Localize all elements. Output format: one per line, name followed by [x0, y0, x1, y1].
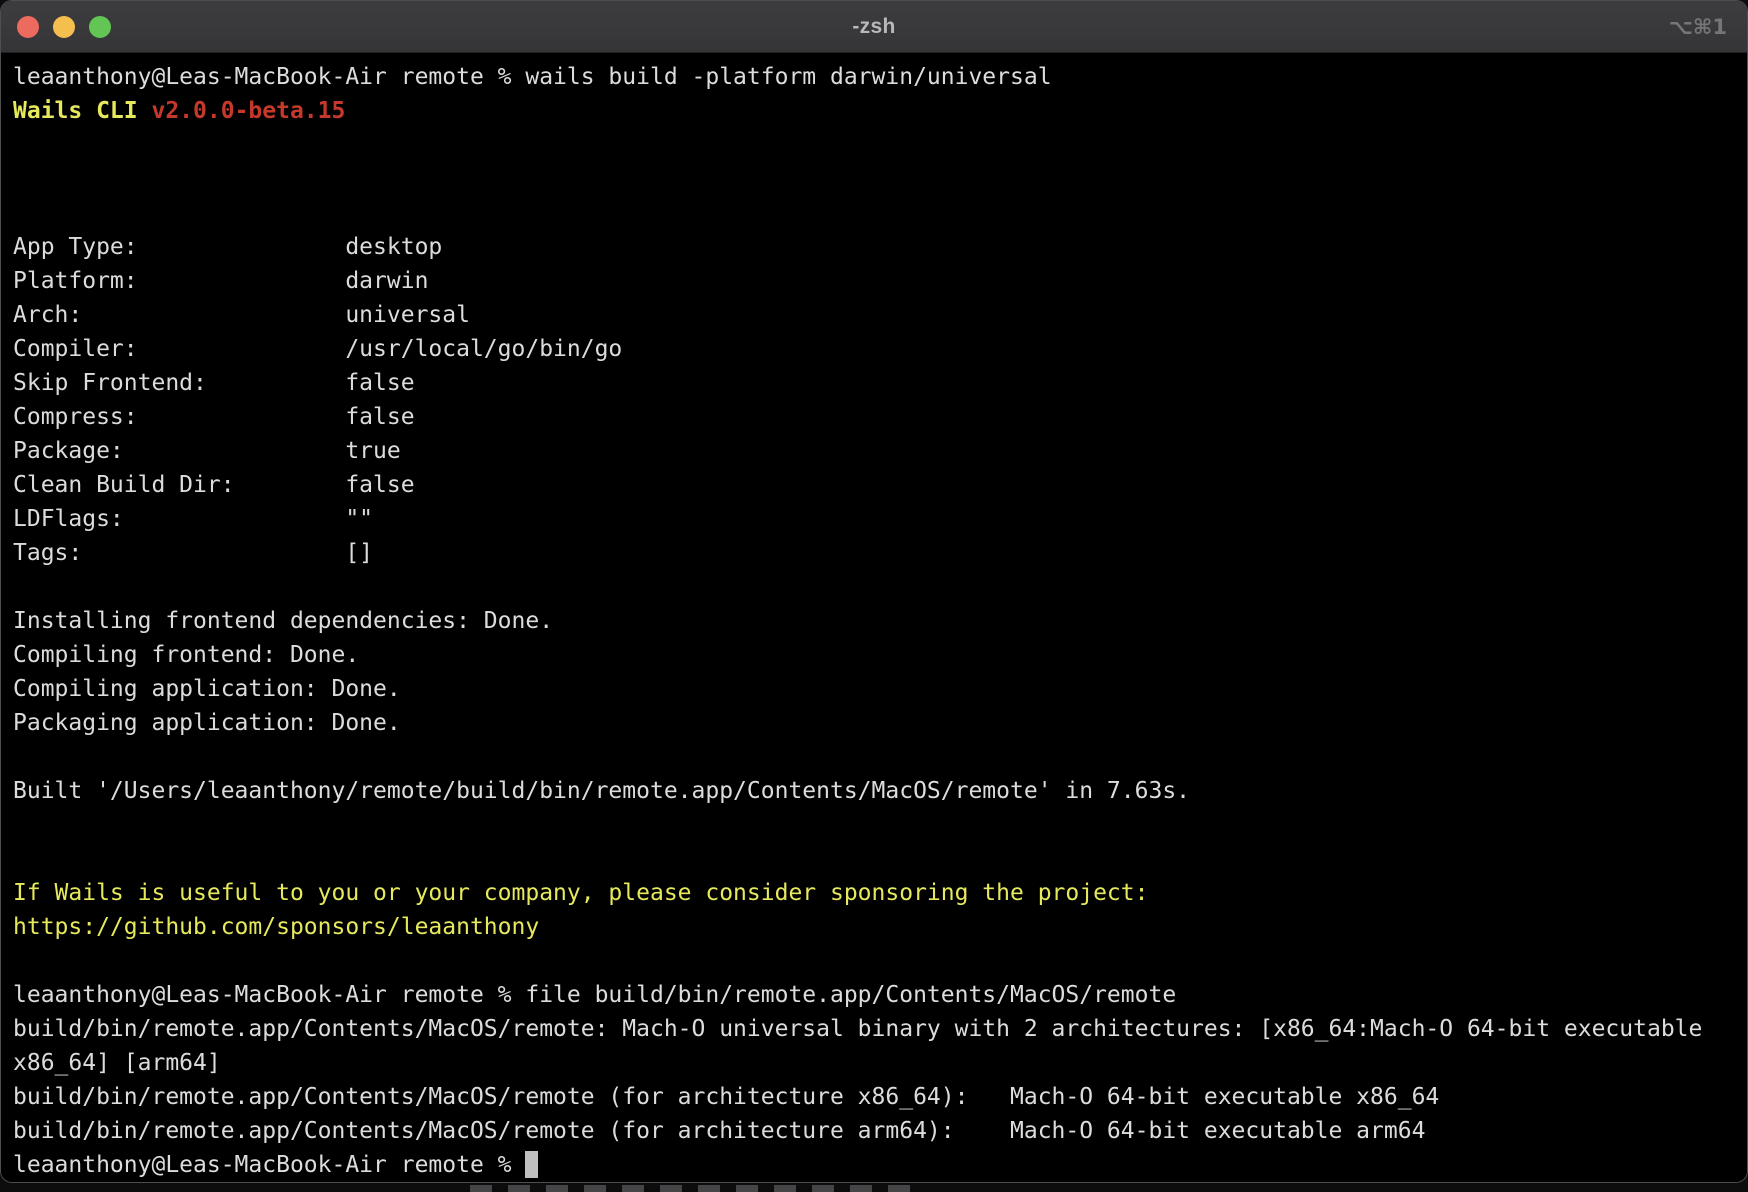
- terminal-line: [13, 196, 1735, 230]
- terminal-line: leaanthony@Leas-MacBook-Air remote %: [13, 1148, 1735, 1182]
- terminal-screen[interactable]: leaanthony@Leas-MacBook-Air remote % wai…: [1, 53, 1747, 1182]
- terminal-text: Compiler: /usr/local/go/bin/go: [13, 336, 622, 362]
- terminal-line: Skip Frontend: false: [13, 366, 1735, 400]
- terminal-line: [13, 842, 1735, 876]
- terminal-line: Package: true: [13, 434, 1735, 468]
- terminal-text: x86_64] [arm64]: [13, 1050, 221, 1076]
- close-button[interactable]: [17, 16, 39, 38]
- terminal-line: Arch: universal: [13, 298, 1735, 332]
- terminal-line: https://github.com/sponsors/leaanthony: [13, 910, 1735, 944]
- traffic-lights: [17, 1, 111, 53]
- window-shortcut-badge: ⌥⌘1: [1669, 1, 1727, 53]
- minimize-button[interactable]: [53, 16, 75, 38]
- terminal-line: build/bin/remote.app/Contents/MacOS/remo…: [13, 1012, 1735, 1046]
- terminal-line: Packaging application: Done.: [13, 706, 1735, 740]
- terminal-text: Arch: universal: [13, 302, 470, 328]
- terminal-line: x86_64] [arm64]: [13, 1046, 1735, 1080]
- terminal-text: https://github.com/sponsors/leaanthony: [13, 914, 539, 940]
- terminal-text: Packaging application: Done.: [13, 710, 401, 736]
- terminal-text: v2.0.0-beta.15: [151, 98, 345, 124]
- terminal-line: App Type: desktop: [13, 230, 1735, 264]
- terminal-text: If Wails is useful to you or your compan…: [13, 880, 1148, 906]
- terminal-line: Compiling application: Done.: [13, 672, 1735, 706]
- terminal-line: Compiling frontend: Done.: [13, 638, 1735, 672]
- terminal-line: Installing frontend dependencies: Done.: [13, 604, 1735, 638]
- background-window-fragments: [470, 1185, 910, 1192]
- terminal-text: leaanthony@Leas-MacBook-Air remote % wai…: [13, 64, 1052, 90]
- terminal-line: If Wails is useful to you or your compan…: [13, 876, 1735, 910]
- zoom-button[interactable]: [89, 16, 111, 38]
- terminal-text: Compiling frontend: Done.: [13, 642, 359, 668]
- terminal-text: LDFlags: "": [13, 506, 373, 532]
- terminal-text: Compress: false: [13, 404, 415, 430]
- terminal-line: [13, 740, 1735, 774]
- terminal-text: Built '/Users/leaanthony/remote/build/bi…: [13, 778, 1190, 804]
- terminal-line: [13, 944, 1735, 978]
- terminal-text: Package: true: [13, 438, 401, 464]
- terminal-line: Wails CLI v2.0.0-beta.15: [13, 94, 1735, 128]
- terminal-line: [13, 570, 1735, 604]
- terminal-window: -zsh ⌥⌘1 leaanthony@Leas-MacBook-Air rem…: [0, 0, 1748, 1183]
- terminal-text: leaanthony@Leas-MacBook-Air remote %: [13, 1152, 525, 1178]
- text-cursor: [525, 1151, 538, 1178]
- terminal-line: Compiler: /usr/local/go/bin/go: [13, 332, 1735, 366]
- terminal-text: Platform: darwin: [13, 268, 428, 294]
- terminal-line: [13, 128, 1735, 162]
- terminal-text: build/bin/remote.app/Contents/MacOS/remo…: [13, 1016, 1716, 1042]
- terminal-line: build/bin/remote.app/Contents/MacOS/remo…: [13, 1080, 1735, 1114]
- terminal-text: build/bin/remote.app/Contents/MacOS/remo…: [13, 1118, 1425, 1144]
- terminal-text: Compiling application: Done.: [13, 676, 401, 702]
- terminal-text: build/bin/remote.app/Contents/MacOS/remo…: [13, 1084, 1439, 1110]
- terminal-text: Clean Build Dir: false: [13, 472, 415, 498]
- terminal-line: Platform: darwin: [13, 264, 1735, 298]
- terminal-line: leaanthony@Leas-MacBook-Air remote % wai…: [13, 60, 1735, 94]
- terminal-line: build/bin/remote.app/Contents/MacOS/remo…: [13, 1114, 1735, 1148]
- terminal-text: Tags: []: [13, 540, 373, 566]
- terminal-text: Installing frontend dependencies: Done.: [13, 608, 553, 634]
- terminal-line: [13, 808, 1735, 842]
- terminal-text: leaanthony@Leas-MacBook-Air remote % fil…: [13, 982, 1176, 1008]
- terminal-line: LDFlags: "": [13, 502, 1735, 536]
- terminal-line: Tags: []: [13, 536, 1735, 570]
- terminal-line: leaanthony@Leas-MacBook-Air remote % fil…: [13, 978, 1735, 1012]
- terminal-line: Built '/Users/leaanthony/remote/build/bi…: [13, 774, 1735, 808]
- terminal-line: [13, 162, 1735, 196]
- terminal-text: Skip Frontend: false: [13, 370, 415, 396]
- window-title: -zsh: [852, 15, 895, 39]
- terminal-line: Compress: false: [13, 400, 1735, 434]
- terminal-line: Clean Build Dir: false: [13, 468, 1735, 502]
- terminal-text: App Type: desktop: [13, 234, 442, 260]
- titlebar[interactable]: -zsh ⌥⌘1: [1, 1, 1747, 53]
- terminal-text: Wails CLI: [13, 98, 151, 124]
